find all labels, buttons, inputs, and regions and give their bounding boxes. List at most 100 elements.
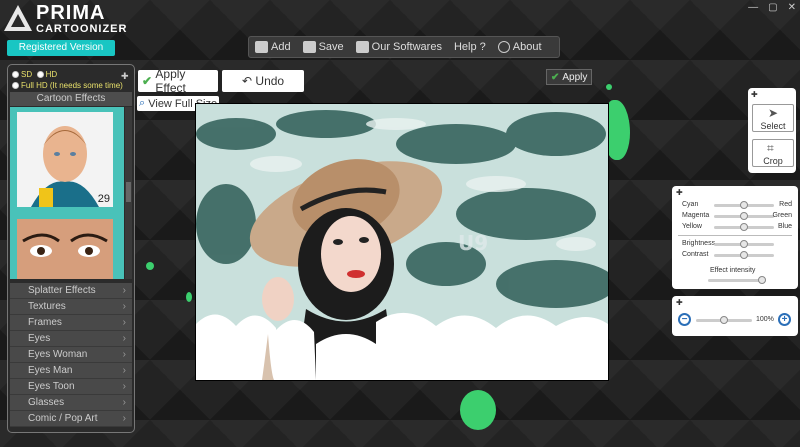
logo-subtitle: CARTOONIZER [36, 23, 128, 35]
save-button[interactable]: Save [297, 37, 350, 57]
undo-button[interactable]: ↶ Undo [222, 70, 304, 92]
category-header[interactable]: Cartoon Effects [10, 92, 132, 106]
slider-right-label: Red [779, 201, 792, 208]
zoom-out-icon[interactable]: − [678, 313, 691, 326]
slider-left-label: Cyan [682, 201, 699, 208]
chevron-right-icon: › [122, 317, 126, 328]
pin-icon[interactable]: ✚ [121, 71, 129, 82]
pin-icon[interactable]: ✚ [676, 298, 683, 307]
slider-knob[interactable] [740, 251, 748, 259]
maximize-icon[interactable]: ▢ [768, 2, 777, 13]
menu-label: Eyes [28, 333, 51, 344]
menu-label: Glasses [28, 397, 65, 408]
intensity-slider[interactable] [708, 276, 766, 284]
hd-label: HD [45, 70, 58, 79]
apps-icon [355, 41, 369, 53]
menu-item-eyes-man[interactable]: Eyes Man › [10, 363, 132, 379]
camera-icon [255, 41, 268, 53]
menu-label: Frames [28, 317, 62, 328]
undo-label: Undo [255, 74, 285, 88]
cartoon-photo: U9 [196, 104, 608, 380]
chevron-right-icon: › [122, 413, 126, 424]
pin-icon[interactable]: ✚ [751, 90, 758, 99]
slider-knob[interactable] [740, 240, 748, 248]
app-logo: PRIMA CARTOONIZER [4, 2, 128, 36]
apply-effect-button[interactable]: ✔ Apply Effect [138, 67, 218, 95]
thumbnail-scrollbar[interactable] [125, 107, 132, 279]
window-controls: — ▢ ✕ [748, 2, 796, 13]
chevron-right-icon: › [122, 333, 126, 344]
yellow-blue-slider[interactable]: Yellow Blue [676, 222, 794, 232]
category-header-label: Cartoon Effects [36, 93, 106, 104]
help-button[interactable]: Help ? [448, 37, 492, 57]
apply-button[interactable]: ✔ Apply [546, 69, 592, 85]
slider-knob[interactable] [740, 223, 748, 231]
checkmark-icon: ✔ [142, 74, 153, 88]
menu-label: Eyes Man [28, 365, 73, 376]
close-icon[interactable]: ✕ [788, 2, 796, 13]
main-toolbar: Add Save Our Softwares Help ? About [248, 36, 560, 58]
effect-thumbnail[interactable]: 29 [17, 112, 113, 207]
magenta-green-slider[interactable]: Magenta Green [676, 211, 794, 221]
green-splash [146, 262, 154, 270]
slider-knob[interactable] [758, 276, 766, 284]
menu-item-eyes[interactable]: Eyes › [10, 331, 132, 347]
effects-panel: SD HD Full HD (It needs some time) ✚ Car… [7, 64, 135, 433]
our-softwares-button[interactable]: Our Softwares [350, 37, 448, 57]
slider-knob[interactable] [740, 201, 748, 209]
apply-label: Apply [562, 71, 588, 83]
menu-label: Eyes Toon [28, 381, 75, 392]
svg-text:U9: U9 [458, 231, 488, 255]
menu-item-glasses[interactable]: Glasses › [10, 395, 132, 411]
menu-item-textures[interactable]: Textures › [10, 299, 132, 315]
chevron-right-icon: › [122, 381, 126, 392]
add-label: Add [271, 41, 291, 53]
slider-knob[interactable] [720, 316, 728, 324]
cyan-red-slider[interactable]: Cyan Red [676, 200, 794, 210]
sd-radio[interactable] [12, 71, 19, 79]
intensity-label: Effect intensity [710, 267, 756, 274]
pin-icon[interactable]: ✚ [676, 188, 683, 197]
tools-panel: ✚ ➤ Select ⌗ Crop [748, 88, 796, 173]
image-canvas[interactable]: U9 [195, 103, 609, 381]
effect-thumbnail[interactable] [17, 219, 113, 279]
fullhd-radio[interactable] [12, 82, 19, 90]
about-button[interactable]: About [492, 37, 548, 57]
menu-item-eyes-toon[interactable]: Eyes Toon › [10, 379, 132, 395]
menu-label: Splatter Effects [28, 285, 96, 296]
scroll-thumb[interactable] [126, 182, 131, 202]
adjustments-panel: ✚ Cyan Red Magenta Green Yellow Blue Bri… [672, 186, 798, 289]
apply-effect-label: Apply Effect [155, 67, 186, 95]
zoom-slider[interactable] [696, 316, 752, 324]
menu-item-frames[interactable]: Frames › [10, 315, 132, 331]
chevron-right-icon: › [122, 365, 126, 376]
cursor-icon: ➤ [768, 106, 779, 120]
effect-thumbnails: 29 [10, 107, 124, 279]
resolution-options: SD HD Full HD (It needs some time) [12, 69, 123, 91]
menu-item-splatter[interactable]: Splatter Effects › [10, 283, 132, 299]
zoom-value: 100% [756, 316, 774, 323]
checkmark-icon: ✔ [551, 71, 560, 83]
menu-item-eyes-woman[interactable]: Eyes Woman › [10, 347, 132, 363]
contrast-slider[interactable]: Contrast [676, 250, 794, 260]
crop-icon: ⌗ [767, 141, 774, 155]
sd-label: SD [21, 70, 33, 79]
menu-item-comic[interactable]: Comic / Pop Art › [10, 411, 132, 427]
slider-knob[interactable] [740, 212, 748, 220]
chevron-right-icon: › [122, 301, 126, 312]
chevron-right-icon: › [122, 349, 126, 360]
magnifier-icon: ⌕ [139, 97, 146, 109]
minimize-icon[interactable]: — [748, 2, 758, 13]
undo-icon: ↶ [242, 74, 253, 88]
logo-title: PRIMA [36, 2, 106, 24]
fullhd-label: Full HD (It needs some time) [21, 81, 123, 90]
crop-tool[interactable]: ⌗ Crop [752, 139, 794, 167]
add-button[interactable]: Add [249, 37, 297, 57]
hd-radio[interactable] [36, 71, 44, 79]
select-tool[interactable]: ➤ Select [752, 104, 794, 132]
thumb-number: 29 [97, 193, 110, 205]
menu-label: Comic / Pop Art [28, 413, 98, 424]
our-softwares-label: Our Softwares [371, 41, 442, 53]
zoom-in-icon[interactable]: + [778, 313, 791, 326]
brightness-slider[interactable]: Brightness [676, 239, 794, 249]
